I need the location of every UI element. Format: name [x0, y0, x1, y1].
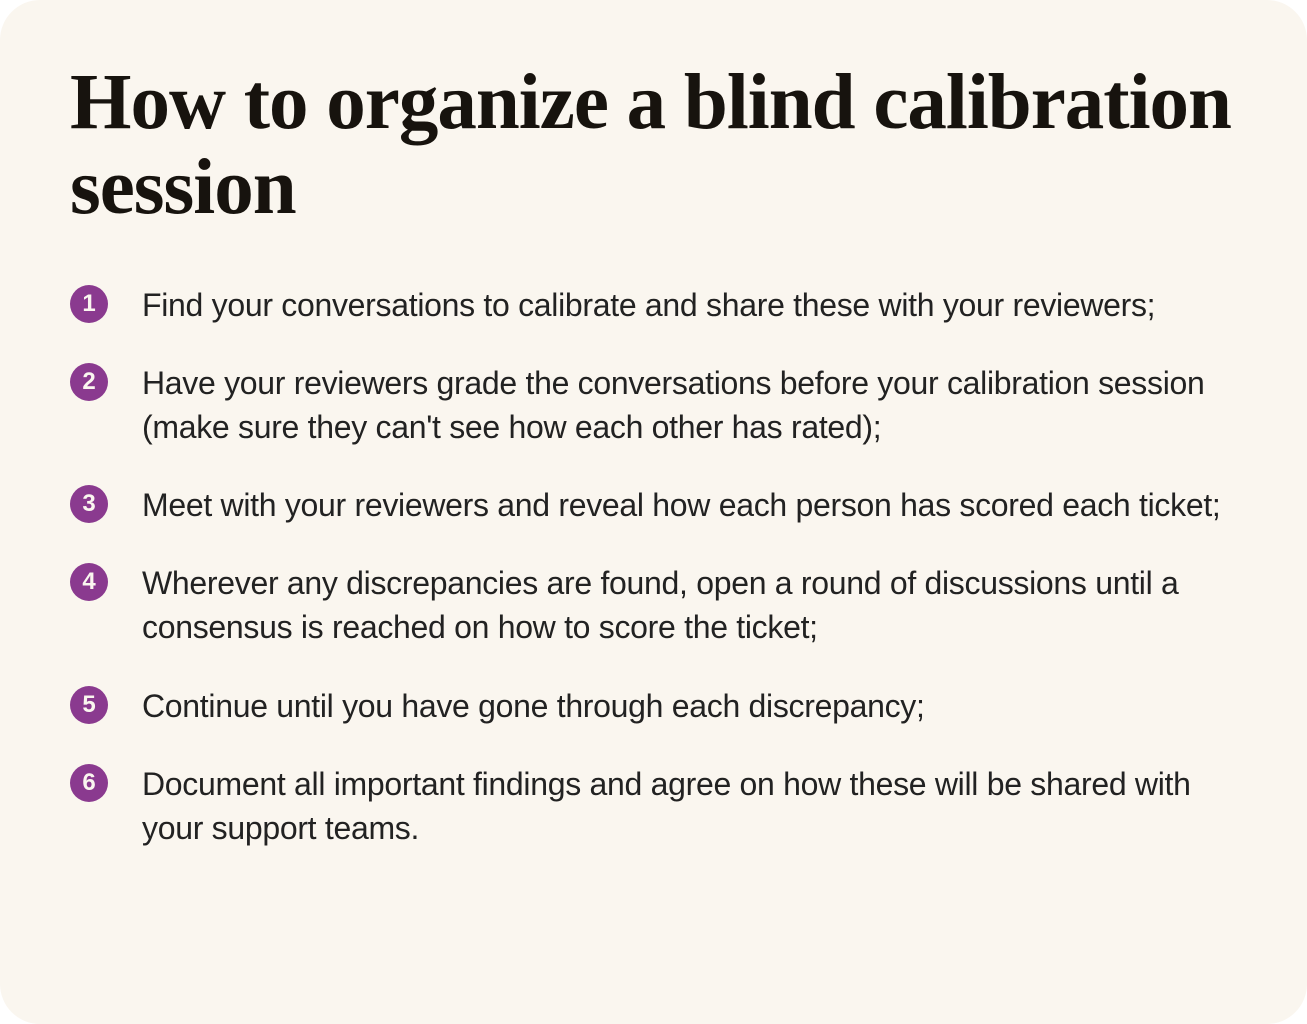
step-text: Find your conversations to calibrate and…	[142, 283, 1155, 327]
list-item: 1 Find your conversations to calibrate a…	[70, 283, 1237, 327]
step-text: Have your reviewers grade the conversati…	[142, 361, 1237, 449]
step-number-badge: 2	[70, 363, 108, 401]
list-item: 4 Wherever any discrepancies are found, …	[70, 561, 1237, 649]
list-item: 6 Document all important findings and ag…	[70, 762, 1237, 850]
step-text: Document all important findings and agre…	[142, 762, 1237, 850]
step-number-badge: 4	[70, 563, 108, 601]
list-item: 5 Continue until you have gone through e…	[70, 684, 1237, 728]
step-number-badge: 1	[70, 285, 108, 323]
page-title: How to organize a blind calibration sess…	[70, 60, 1237, 231]
step-number-badge: 3	[70, 485, 108, 523]
step-text: Continue until you have gone through eac…	[142, 684, 925, 728]
instruction-card: How to organize a blind calibration sess…	[0, 0, 1307, 1024]
step-text: Meet with your reviewers and reveal how …	[142, 483, 1221, 527]
list-item: 2 Have your reviewers grade the conversa…	[70, 361, 1237, 449]
step-number-badge: 6	[70, 764, 108, 802]
step-number-badge: 5	[70, 686, 108, 724]
list-item: 3 Meet with your reviewers and reveal ho…	[70, 483, 1237, 527]
step-text: Wherever any discrepancies are found, op…	[142, 561, 1237, 649]
steps-list: 1 Find your conversations to calibrate a…	[70, 283, 1237, 850]
